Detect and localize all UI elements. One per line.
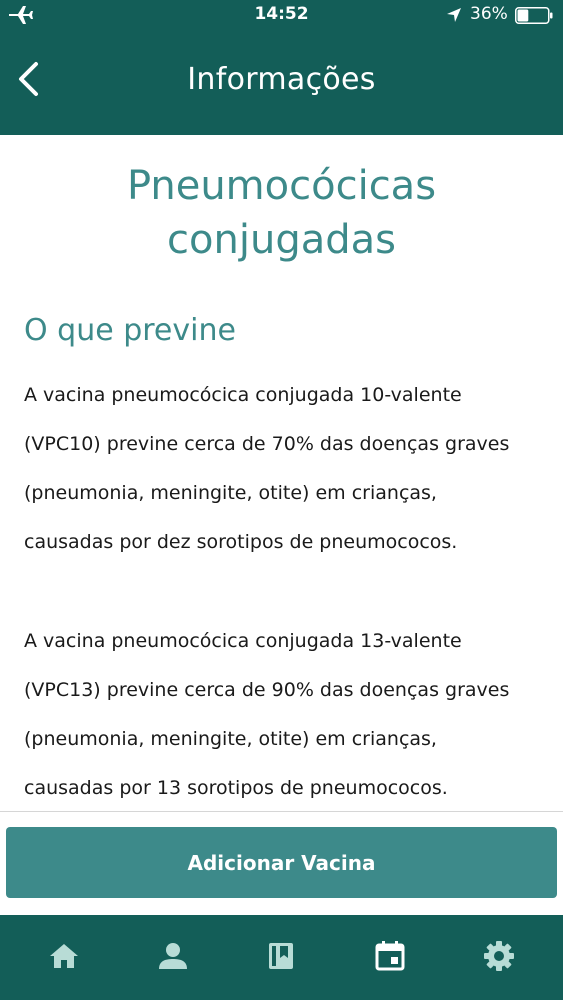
status-bar: 14:52 36% (0, 0, 563, 32)
tab-book[interactable] (251, 928, 311, 988)
location-arrow-icon (446, 7, 462, 23)
tab-bar (0, 915, 563, 1000)
calendar-icon (374, 940, 406, 976)
battery-icon (515, 7, 553, 24)
divider (0, 811, 563, 812)
tab-settings[interactable] (469, 928, 529, 988)
section-title: O que previne (24, 313, 236, 348)
vaccine-title: Pneumocócicas conjugadas (126, 163, 437, 263)
nav-bar: Informações (0, 40, 563, 124)
tab-home[interactable] (34, 928, 94, 988)
description-paragraph: A vacina pneumocócica conjugada 13-valen… (24, 630, 510, 799)
gear-icon (483, 940, 515, 976)
battery-percent: 36% (470, 4, 508, 24)
top-bar: 14:52 36% Informações (0, 0, 563, 135)
person-icon (157, 940, 189, 976)
content-area[interactable]: Pneumocócicas conjugadas O que previne A… (0, 135, 563, 811)
tab-profile[interactable] (143, 928, 203, 988)
add-vaccine-button[interactable]: Adicionar Vacina (6, 827, 557, 898)
page-header-title: Informações (187, 62, 376, 97)
description-paragraph: A vacina pneumocócica conjugada 10-valen… (24, 384, 510, 553)
home-icon (48, 940, 80, 976)
book-icon (265, 940, 297, 976)
tab-calendar[interactable] (360, 928, 420, 988)
